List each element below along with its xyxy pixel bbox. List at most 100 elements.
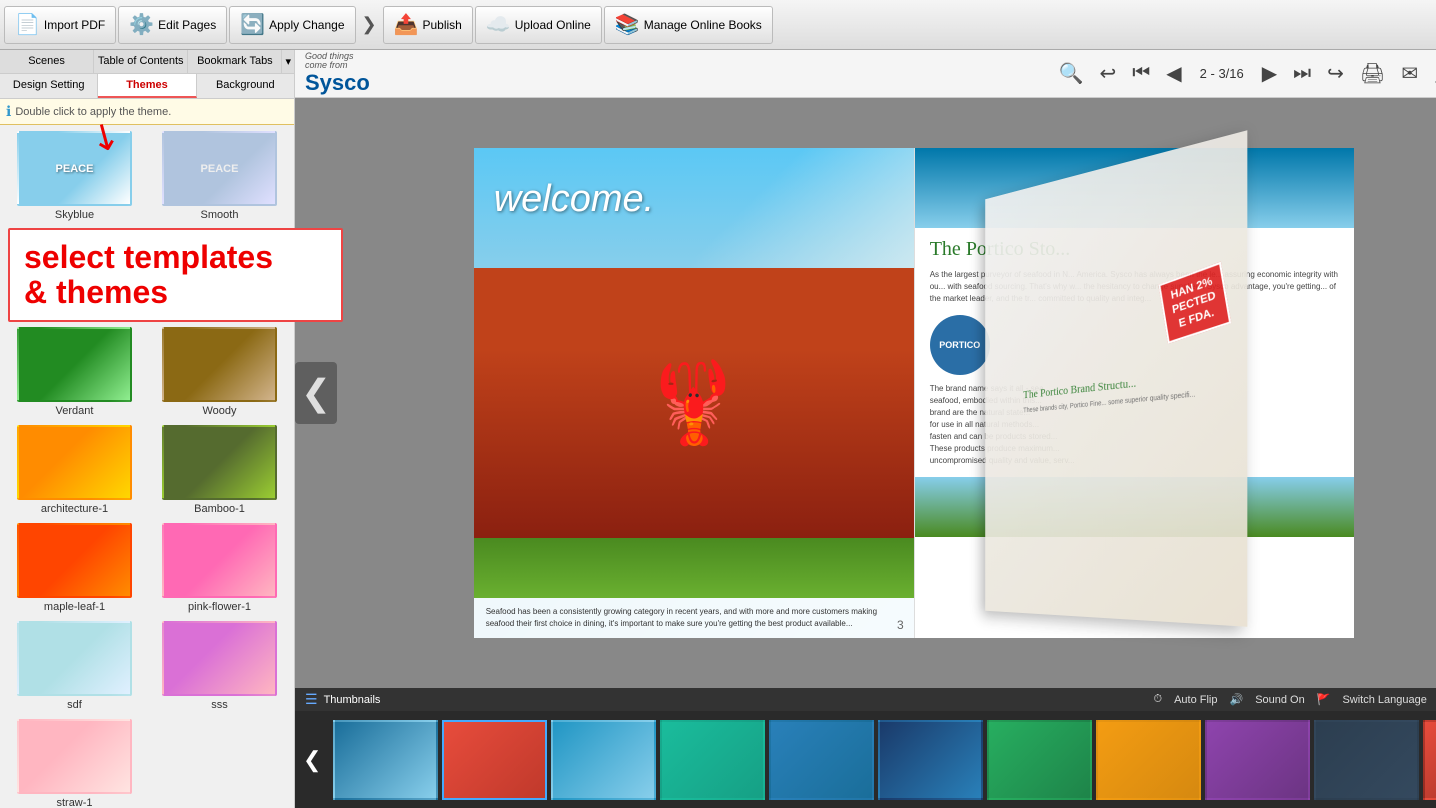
thumb-item-4[interactable] (660, 720, 765, 800)
tab-bookmark[interactable]: Bookmark Tabs (188, 50, 282, 73)
manage-online-button[interactable]: 📚 Manage Online Books (604, 6, 773, 44)
theme-thumb-straw[interactable] (17, 719, 132, 794)
thumb-item-11[interactable] (1423, 720, 1436, 800)
theme-thumb-maple[interactable] (17, 523, 132, 598)
portico-logo: PORTICO (930, 315, 990, 375)
theme-verdant[interactable]: Verdant (6, 327, 143, 417)
theme-woody[interactable]: Woody (151, 327, 288, 417)
rotate-left-button[interactable]: ↩ (1096, 59, 1121, 88)
tooltip-box: select templates& themes (8, 228, 343, 322)
edit-icon: ⚙️ (129, 12, 154, 37)
theme-thumb-pink[interactable] (162, 523, 277, 598)
thumb-item-2[interactable] (442, 720, 547, 800)
seafood-image: 🦞 (474, 268, 914, 538)
prev-page-arrow[interactable]: ❮ (295, 362, 337, 424)
theme-thumb-verdant[interactable] (17, 327, 132, 402)
first-page-button[interactable]: ⏮ (1128, 60, 1154, 87)
sound-on-label[interactable]: Sound On (1255, 694, 1305, 706)
theme-label-woody: Woody (202, 405, 236, 417)
edit-pages-button[interactable]: ⚙️ Edit Pages (118, 6, 227, 44)
info-text: Double click to apply the theme. (15, 106, 171, 118)
viewer-topbar: Good things come from Sysco 🔍 ↩ ⏮ ◀ 2 - … (295, 50, 1436, 98)
tab-toc[interactable]: Table of Contents (94, 50, 188, 73)
theme-thumb-sdf[interactable] (17, 621, 132, 696)
theme-thumb-woody[interactable] (162, 327, 277, 402)
thumb-item-1[interactable] (333, 720, 438, 800)
theme-bamboo[interactable]: Bamboo-1 (151, 425, 288, 515)
theme-sss[interactable]: sss (151, 621, 288, 711)
thumbs-icon: ☰ (305, 691, 318, 708)
theme-thumb-bamboo[interactable] (162, 425, 277, 500)
book-spread: welcome. 🦞 Seafood has been a consistent… (474, 148, 1354, 638)
publish-label: Publish (423, 18, 462, 32)
flip-content: The Portico Brand Structu... These brand… (1008, 345, 1215, 434)
flipping-page: The Portico Brand Structu... These brand… (985, 130, 1247, 627)
tab-background[interactable]: Background (197, 74, 294, 98)
upload-online-button[interactable]: ☁️ Upload Online (475, 6, 602, 44)
tabs-row2: Design Setting Themes Background (0, 74, 294, 99)
logo: Good things come from Sysco (305, 54, 370, 94)
theme-maple[interactable]: maple-leaf-1 (6, 523, 143, 613)
next-page-button[interactable]: ▶ (1258, 59, 1281, 88)
theme-thumb-smooth[interactable]: PEACE (162, 131, 277, 206)
thumb-item-9[interactable] (1205, 720, 1310, 800)
thumbs-scroll-area: ❮ (295, 711, 1436, 808)
theme-arch[interactable]: architecture-1 (6, 425, 143, 515)
tooltip-text: select templates& themes (24, 240, 327, 310)
theme-label-sss: sss (211, 699, 228, 711)
email-button[interactable]: ✉ (1397, 59, 1422, 88)
grass-strip (474, 538, 914, 598)
theme-label-maple: maple-leaf-1 (44, 601, 105, 613)
last-page-button[interactable]: ⏭ (1289, 60, 1315, 87)
sound-icon: 🔊 (1229, 693, 1243, 706)
flag-icon: 🚩 (1317, 693, 1331, 706)
theme-label-pink: pink-flower-1 (188, 601, 251, 613)
theme-straw[interactable]: straw-1 (6, 719, 143, 808)
thumb-item-6[interactable] (878, 720, 983, 800)
thumb-item-7[interactable] (987, 720, 1092, 800)
tab-design-setting[interactable]: Design Setting (0, 74, 98, 98)
tabs-more-arrow[interactable]: ▾ (282, 50, 294, 73)
import-pdf-button[interactable]: 📄 Import PDF (4, 6, 116, 44)
tab-themes[interactable]: Themes (98, 74, 196, 98)
theme-skyblue[interactable]: PEACE Skyblue (6, 131, 143, 221)
import-pdf-label: Import PDF (44, 18, 105, 32)
zoom-in-button[interactable]: 🔍 (1055, 59, 1088, 88)
theme-label-bamboo: Bamboo-1 (194, 503, 245, 515)
toolbar: 📄 Import PDF ⚙️ Edit Pages 🔄 Apply Chang… (0, 0, 1436, 50)
book-page-left: welcome. 🦞 Seafood has been a consistent… (474, 148, 914, 638)
rotate-right-button[interactable]: ↪ (1323, 59, 1348, 88)
theme-thumb-sss[interactable] (162, 621, 277, 696)
thumbs-prev-button[interactable]: ❮ (295, 747, 329, 773)
apply-change-button[interactable]: 🔄 Apply Change (229, 6, 355, 44)
logo-brand: Sysco (305, 71, 370, 95)
viewer-controls: 🔍 ↩ ⏮ ◀ 2 - 3/16 ▶ ⏭ ↪ 🖨 ✉ 🔎 ⛶ T (1055, 59, 1436, 89)
auto-flip-icon: ⏱ (1153, 693, 1162, 706)
theme-sdf[interactable]: sdf (6, 621, 143, 711)
toolbar-chevron[interactable]: ❯ (358, 14, 381, 35)
publish-icon: 📤 (394, 12, 419, 37)
thumb-item-8[interactable] (1096, 720, 1201, 800)
theme-smooth[interactable]: PEACE Smooth (151, 131, 288, 221)
switch-language-label[interactable]: Switch Language (1342, 694, 1426, 706)
theme-thumb-arch[interactable] (17, 425, 132, 500)
tab-scenes[interactable]: Scenes (0, 50, 94, 73)
print-button[interactable]: 🖨 (1356, 59, 1389, 88)
page-left-content: welcome. 🦞 Seafood has been a consistent… (474, 148, 914, 638)
seafood-caption: Seafood has been a consistently growing … (474, 598, 914, 638)
pdf-icon: 📄 (15, 12, 40, 37)
prev-page-button[interactable]: ◀ (1162, 59, 1185, 88)
publish-button[interactable]: 📤 Publish (383, 6, 473, 44)
thumb-item-5[interactable] (769, 720, 874, 800)
manage-icon: 📚 (615, 12, 640, 37)
thumb-item-3[interactable] (551, 720, 656, 800)
thumbs-list (329, 720, 1436, 800)
search-button[interactable]: 🔎 (1430, 59, 1436, 88)
caption-text: Seafood has been a consistently growing … (486, 607, 877, 628)
theme-label-verdant: Verdant (56, 405, 94, 417)
auto-flip-label[interactable]: Auto Flip (1174, 694, 1217, 706)
thumb-item-10[interactable] (1314, 720, 1419, 800)
viewer: Good things come from Sysco 🔍 ↩ ⏮ ◀ 2 - … (295, 50, 1436, 808)
theme-label-skyblue: Skyblue (55, 209, 94, 221)
theme-pink[interactable]: pink-flower-1 (151, 523, 288, 613)
